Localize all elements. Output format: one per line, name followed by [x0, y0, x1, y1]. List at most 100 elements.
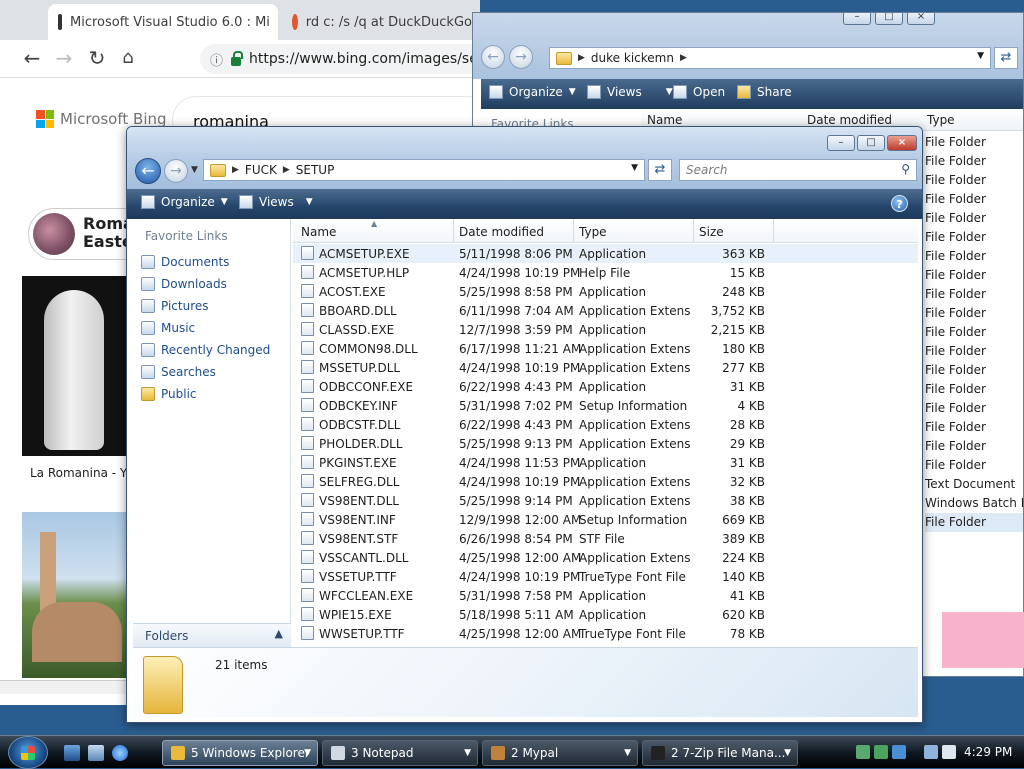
views-button[interactable]: Views ▼ [587, 85, 673, 99]
nav-link-public[interactable]: Public [141, 383, 197, 405]
column-name[interactable]: Name [647, 113, 682, 127]
forward-arrow-icon[interactable]: → [164, 159, 188, 183]
organize-button[interactable]: Organize ▼ [489, 85, 576, 99]
start-button[interactable] [8, 736, 48, 769]
table-row[interactable]: ACMSETUP.EXE5/11/1998 8:06 PMApplication… [293, 244, 918, 263]
refresh-button[interactable]: ⇄ [994, 47, 1018, 69]
table-row[interactable]: SELFREG.DLL4/24/1998 10:19 PMApplication… [293, 472, 918, 491]
table-row[interactable]: ODBCKEY.INF5/31/1998 7:02 PMSetup Inform… [293, 396, 918, 415]
table-row[interactable]: VS98ENT.DLL5/25/1998 9:14 PMApplication … [293, 491, 918, 510]
nav-link-documents[interactable]: Documents [141, 251, 229, 273]
table-row[interactable]: PKGINST.EXE4/24/1998 11:53 PMApplication… [293, 453, 918, 472]
table-row[interactable]: PHOLDER.DLL5/25/1998 9:13 PMApplication … [293, 434, 918, 453]
table-row[interactable]: VS98ENT.STF6/26/1998 8:54 PMSTF File389 … [293, 529, 918, 548]
column-divider[interactable] [693, 219, 694, 243]
list-item[interactable]: File Folder [925, 437, 1024, 456]
maximize-button[interactable]: □ [857, 135, 885, 151]
list-item[interactable]: Text Document [925, 475, 1024, 494]
list-item[interactable]: File Folder [925, 342, 1024, 361]
image-result-statue[interactable] [22, 276, 132, 456]
column-divider[interactable] [453, 219, 454, 243]
forward-arrow-icon[interactable]: → [509, 45, 533, 69]
address-bar[interactable]: ⓘ https://www.bing.com/images/searc [200, 44, 480, 74]
chevron-down-icon[interactable]: ▼ [977, 51, 984, 61]
views-button[interactable]: Views ▼ [239, 195, 313, 209]
nav-link-searches[interactable]: Searches [141, 361, 216, 383]
nav-link-music[interactable]: Music [141, 317, 195, 339]
list-item[interactable]: File Folder [925, 456, 1024, 475]
table-row[interactable]: WPIE15.EXE5/18/1998 5:11 AMApplication62… [293, 605, 918, 624]
taskbar-button[interactable]: 5 Windows Explorer▼ [162, 740, 318, 766]
update-icon[interactable] [892, 745, 906, 759]
share-button[interactable]: Share [737, 85, 792, 99]
back-arrow-icon[interactable]: ← [481, 45, 505, 69]
chevron-down-icon[interactable]: ▼ [631, 163, 638, 173]
table-row[interactable]: WWSETUP.TTF4/25/1998 12:00 AMTrueType Fo… [293, 624, 918, 643]
address-bar[interactable]: ▶ FUCK ▶ SETUP ▼ [203, 159, 645, 181]
list-item[interactable]: File Folder [925, 513, 1024, 532]
list-item[interactable]: File Folder [925, 323, 1024, 342]
nav-link-recently-changed[interactable]: Recently Changed [141, 339, 270, 361]
list-item[interactable]: File Folder [925, 209, 1024, 228]
column-type[interactable]: Type [579, 225, 607, 239]
refresh-button[interactable]: ⇄ [648, 159, 672, 181]
column-type[interactable]: Type [927, 113, 955, 127]
list-item[interactable]: File Folder [925, 228, 1024, 247]
reload-icon[interactable]: ↻ [85, 47, 109, 71]
list-item[interactable]: File Folder [925, 418, 1024, 437]
clock[interactable]: 4:29 PM [964, 745, 1012, 759]
list-item[interactable]: File Folder [925, 152, 1024, 171]
list-item[interactable]: File Folder [925, 399, 1024, 418]
table-row[interactable]: BBOARD.DLL6/11/1998 7:04 AMApplication E… [293, 301, 918, 320]
switch-windows-icon[interactable] [88, 745, 104, 761]
network-icon[interactable] [874, 745, 888, 759]
breadcrumb-fuck[interactable]: FUCK [245, 163, 277, 177]
table-row[interactable]: ACMSETUP.HLP4/24/1998 10:19 PMHelp File1… [293, 263, 918, 282]
list-item[interactable]: File Folder [925, 304, 1024, 323]
organize-button[interactable]: Organize ▼ [141, 195, 228, 209]
table-row[interactable]: CLASSD.EXE12/7/1998 3:59 PMApplication2,… [293, 320, 918, 339]
minimize-button[interactable]: – [843, 12, 871, 25]
volume-muted-icon[interactable] [942, 745, 956, 759]
table-row[interactable]: MSSETUP.DLL4/24/1998 10:19 PMApplication… [293, 358, 918, 377]
list-item[interactable]: Windows Batch File [925, 494, 1024, 513]
list-item[interactable]: File Folder [925, 133, 1024, 152]
breadcrumb-setup[interactable]: SETUP [296, 163, 335, 177]
column-divider[interactable] [573, 219, 574, 243]
table-row[interactable]: VSSETUP.TTF4/24/1998 10:19 PMTrueType Fo… [293, 567, 918, 586]
column-name[interactable]: Name [301, 225, 336, 239]
list-item[interactable]: File Folder [925, 285, 1024, 304]
users-icon[interactable] [856, 745, 870, 759]
taskbar-button[interactable]: 2 7-Zip File Mana...▼ [642, 740, 798, 766]
breadcrumb-item[interactable]: duke kickemn [591, 51, 674, 65]
column-size[interactable]: Size [699, 225, 724, 239]
column-date-modified[interactable]: Date modified [459, 225, 544, 239]
image-result-building[interactable] [22, 512, 132, 678]
help-icon[interactable]: ? [891, 195, 908, 212]
forward-arrow-icon[interactable]: → [52, 47, 76, 71]
nav-link-pictures[interactable]: Pictures [141, 295, 209, 317]
table-row[interactable]: VSSCANTL.DLL4/25/1998 12:00 AMApplicatio… [293, 548, 918, 567]
image-result-caption[interactable]: La Romanina - Yo [22, 456, 142, 492]
back-arrow-icon[interactable]: ← [135, 158, 161, 184]
table-row[interactable]: ODBCSTF.DLL6/22/1998 4:43 PMApplication … [293, 415, 918, 434]
taskbar-button[interactable]: 2 Mypal▼ [482, 740, 638, 766]
address-bar[interactable]: ▶ duke kickemn ▶ ▼ [549, 47, 991, 69]
table-row[interactable]: VS98ENT.INF12/9/1998 12:00 AMSetup Infor… [293, 510, 918, 529]
show-desktop-icon[interactable] [64, 745, 80, 761]
table-row[interactable]: ACOST.EXE5/25/1998 8:58 PMApplication248… [293, 282, 918, 301]
display-icon[interactable] [924, 745, 938, 759]
list-item[interactable]: File Folder [925, 171, 1024, 190]
list-item[interactable]: File Folder [925, 380, 1024, 399]
back-arrow-icon[interactable]: ← [20, 47, 44, 71]
column-divider[interactable] [773, 219, 774, 243]
internet-explorer-icon[interactable] [112, 745, 128, 761]
close-button[interactable]: × [907, 12, 935, 25]
open-button[interactable]: Open [673, 85, 725, 99]
list-item[interactable]: File Folder [925, 247, 1024, 266]
minimize-button[interactable]: – [827, 135, 855, 151]
taskbar-button[interactable]: 3 Notepad▼ [322, 740, 478, 766]
browser-tab-duckduckgo[interactable]: rd c: /s /q at DuckDuckGo [282, 4, 480, 40]
list-item[interactable]: File Folder [925, 361, 1024, 380]
close-button[interactable]: × [887, 135, 917, 151]
